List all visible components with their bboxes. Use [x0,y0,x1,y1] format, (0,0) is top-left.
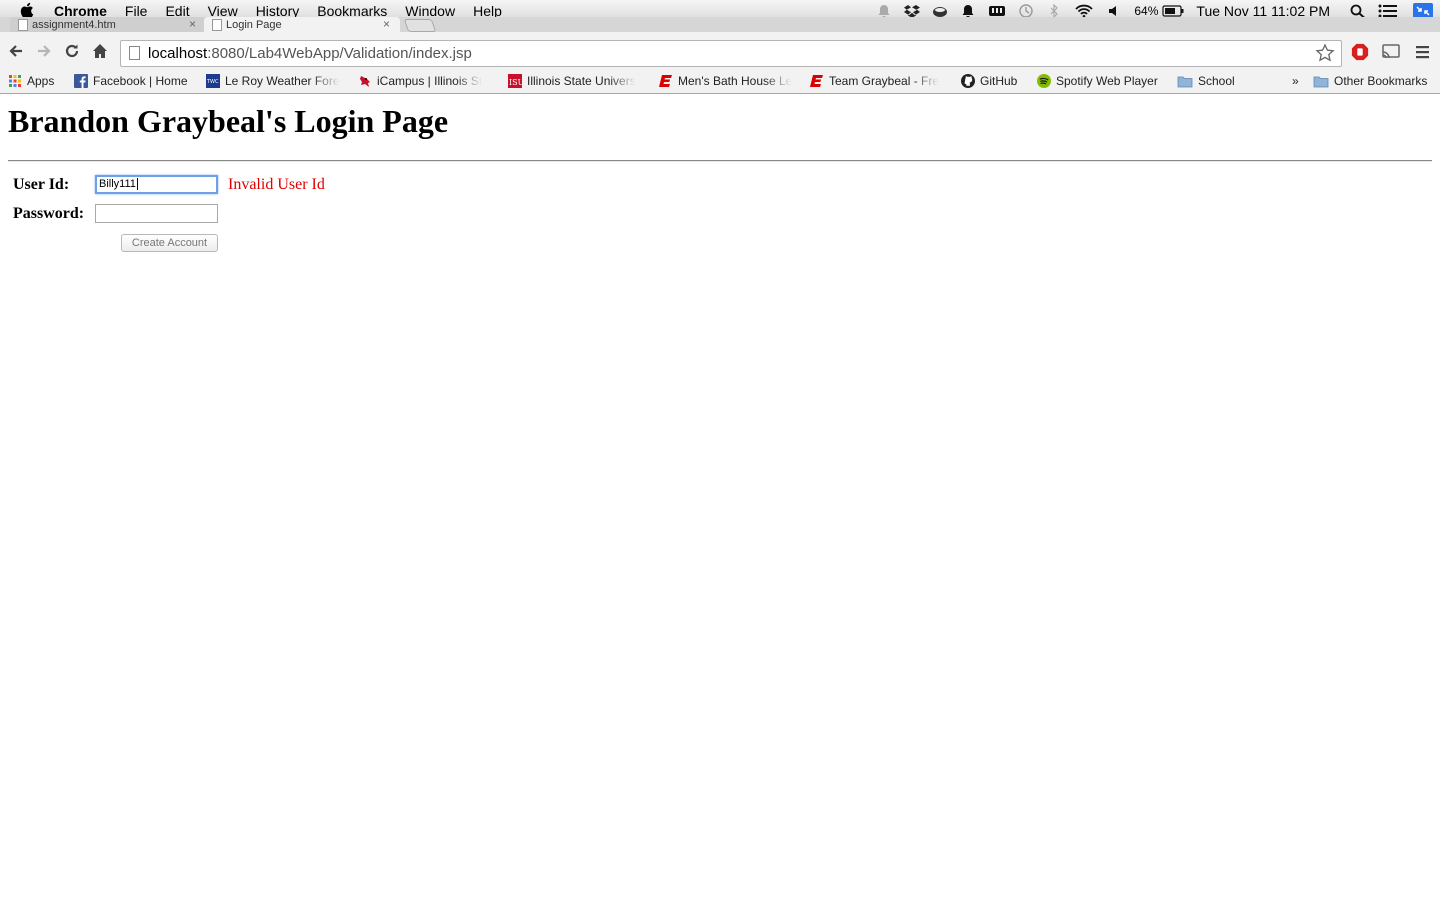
user-id-value: Billy111 [99,178,136,190]
user-id-error-message: Invalid User Id [228,176,325,193]
spotify-icon [1037,74,1051,88]
bookmark-label: Illinois State Univers [527,74,636,88]
bookmark-label: Men's Bath House Le [678,74,793,88]
bookmark-facebook[interactable]: Facebook | Home [74,73,188,89]
tab-close-icon[interactable]: × [189,17,196,31]
notification-bell-icon[interactable] [960,4,976,18]
home-icon[interactable] [92,43,108,59]
bookmark-team-graybeal[interactable]: Team Graybeal - Fre [810,73,944,89]
isu-icon: ISU [508,74,522,88]
cloud-app-icon[interactable] [932,4,948,18]
bookmark-label: iCampus | Illinois St [377,74,483,88]
bookmark-apps[interactable]: Apps [8,73,54,89]
github-icon [961,74,975,88]
twc-icon: TWC [206,74,220,88]
bookmark-label: Spotify Web Player [1056,74,1158,88]
battery-percent[interactable]: 64% [1134,4,1158,18]
page-favicon-icon [18,19,28,31]
page-content: Brandon Graybeal's Login Page User Id: B… [0,95,1440,899]
cardinal-icon [360,76,370,87]
address-url[interactable]: localhost:8080/Lab4WebApp/Validation/ind… [148,41,472,66]
svg-text:ISU: ISU [509,78,522,87]
adblock-stop-icon[interactable] [1350,43,1370,61]
password-label: Password: [13,205,85,222]
new-tab-button[interactable] [403,19,437,32]
wifi-icon[interactable] [1074,4,1094,18]
tab-close-icon[interactable]: × [383,17,390,31]
overflow-chevron-icon: » [1292,74,1299,88]
apps-grid-icon [9,75,21,87]
user-id-input[interactable]: Billy111 [95,175,218,194]
page-heading: Brandon Graybeal's Login Page [8,103,449,139]
bookmark-star-icon[interactable] [1315,43,1335,63]
address-bar[interactable]: localhost:8080/Lab4WebApp/Validation/ind… [120,40,1342,67]
facebook-icon [74,74,88,88]
bluetooth-icon[interactable] [1046,4,1062,18]
bookmark-github[interactable]: GitHub [961,73,1017,89]
bookmark-label: Facebook | Home [93,74,188,88]
bookmark-label: Apps [27,74,55,88]
tab-assignment4[interactable]: assignment4.htm × [10,17,206,32]
bookmark-weather[interactable]: TWC Le Roy Weather Fore [206,73,340,89]
bookmark-label: School [1198,74,1235,88]
bookmark-label: Le Roy Weather Fore [225,74,340,88]
cast-icon[interactable] [1381,43,1401,61]
password-input[interactable] [95,204,218,223]
bookmark-bath-house[interactable]: Men's Bath House Le [659,73,793,89]
browser-toolbar: localhost:8080/Lab4WebApp/Validation/ind… [0,32,1440,69]
create-account-button[interactable]: Create Account [121,234,218,252]
heading-divider [8,160,1432,162]
tab-title: Login Page [226,18,282,31]
page-icon [129,46,140,60]
notification-center-icon[interactable] [1378,4,1398,18]
text-caret [136,178,138,191]
bookmark-label: Team Graybeal - Fre [829,74,940,88]
bookmark-folder-school[interactable]: School [1177,73,1235,89]
bookmark-label: GitHub [980,74,1018,88]
time-machine-icon[interactable] [1018,4,1034,18]
back-arrow-icon[interactable] [8,43,24,59]
svg-text:TWC: TWC [206,79,219,85]
bookmark-other-bookmarks[interactable]: Other Bookmarks [1313,73,1427,89]
battery-icon[interactable] [1162,4,1184,18]
folder-icon [1313,76,1329,88]
bookmark-spotify[interactable]: Spotify Web Player [1037,73,1158,89]
bookmarks-bar: Apps Facebook | Home TWC Le Roy Weather … [0,69,1440,94]
notification-silent-icon[interactable] [876,4,892,18]
spotlight-search-icon[interactable] [1350,4,1366,18]
espn-icon [810,75,823,87]
url-host: localhost [148,45,208,62]
bookmark-label: Other Bookmarks [1334,74,1428,88]
bookmarks-overflow-chevron[interactable]: » [1292,73,1299,89]
espn-icon [659,75,672,87]
tab-login-page[interactable]: Login Page × [204,17,400,32]
memory-chip-icon[interactable] [988,4,1006,18]
bookmark-icampus[interactable]: iCampus | Illinois St [358,73,492,89]
volume-icon[interactable] [1106,4,1122,18]
page-favicon-icon [212,19,222,31]
dropbox-icon[interactable] [904,4,921,18]
tab-title: assignment4.htm [32,18,116,31]
forward-arrow-icon[interactable] [36,43,52,59]
tab-strip: assignment4.htm × Login Page × [0,17,1440,32]
url-path: :8080/Lab4WebApp/Validation/index.jsp [207,45,472,62]
chrome-menu-icon[interactable] [1413,43,1433,61]
bookmark-isu[interactable]: ISU Illinois State Univers [508,73,642,89]
user-id-label: User Id: [13,176,70,193]
folder-icon [1177,76,1193,88]
reload-icon[interactable] [64,43,80,59]
